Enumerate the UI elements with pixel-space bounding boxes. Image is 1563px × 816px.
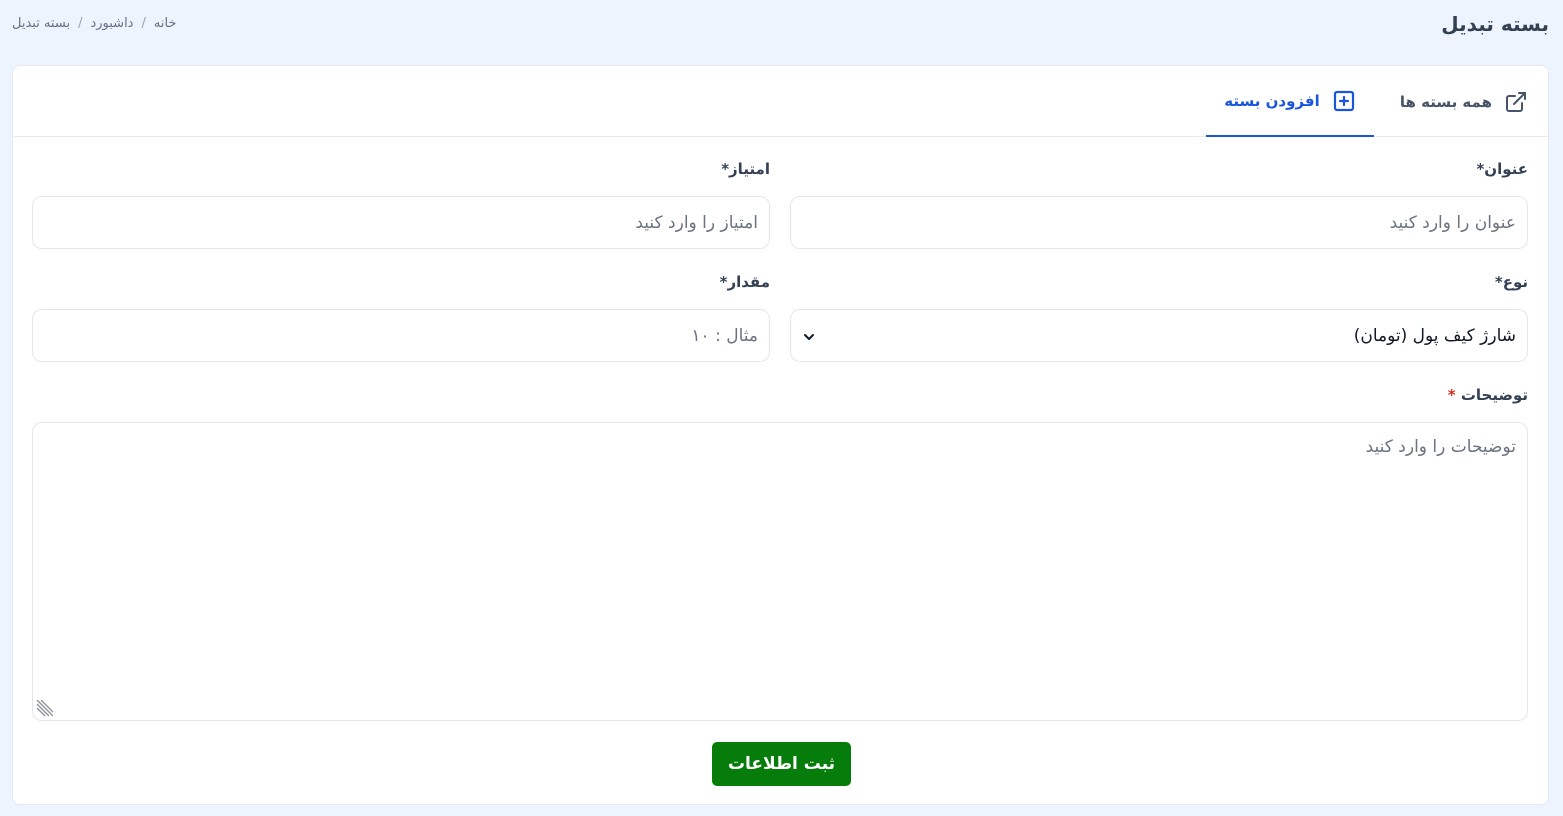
score-input[interactable] (32, 196, 770, 249)
resize-grip-icon[interactable] (35, 699, 54, 718)
description-label: توضیحات * (1448, 386, 1528, 404)
type-select[interactable]: شارژ کیف پول (تومان) (790, 309, 1528, 362)
submit-button[interactable]: ثبت اطلاعات (712, 742, 851, 786)
tab-all-packages-label: همه بسته ها (1399, 92, 1492, 111)
score-label: امتیاز* (721, 160, 770, 178)
amount-label: مقدار* (719, 273, 770, 291)
required-mark: * (1447, 386, 1456, 404)
form-card: همه بسته ها افزودن بسته عنوان* امتیاز* ن… (12, 65, 1549, 805)
breadcrumb-current: بسته تبدیل (12, 16, 71, 31)
breadcrumb-separator: / (78, 16, 83, 31)
breadcrumb-dashboard[interactable]: داشبورد (90, 16, 133, 31)
page-title: بسته تبدیل (1441, 12, 1549, 36)
tab-all-packages[interactable]: همه بسته ها (1370, 66, 1528, 137)
external-link-icon (1504, 90, 1528, 114)
amount-input[interactable] (32, 309, 770, 362)
plus-square-icon (1332, 89, 1356, 113)
chevron-down-icon (802, 329, 816, 343)
tab-bar: همه بسته ها افزودن بسته (13, 66, 1548, 137)
title-input[interactable] (790, 196, 1528, 249)
description-textarea[interactable] (32, 422, 1528, 721)
type-label: نوع* (1494, 273, 1528, 291)
tab-add-package-label: افزودن بسته (1224, 91, 1320, 110)
page: بسته تبدیل خانه / داشبورد / بسته تبدیل ه… (0, 0, 1563, 816)
breadcrumb: خانه / داشبورد / بسته تبدیل (12, 16, 176, 31)
title-label: عنوان* (1476, 160, 1528, 178)
tab-add-package[interactable]: افزودن بسته (1206, 66, 1374, 137)
type-select-value: شارژ کیف پول (تومان) (1353, 325, 1516, 346)
breadcrumb-separator: / (141, 16, 146, 31)
breadcrumb-home[interactable]: خانه (154, 16, 177, 31)
description-label-text: توضیحات (1460, 386, 1528, 404)
